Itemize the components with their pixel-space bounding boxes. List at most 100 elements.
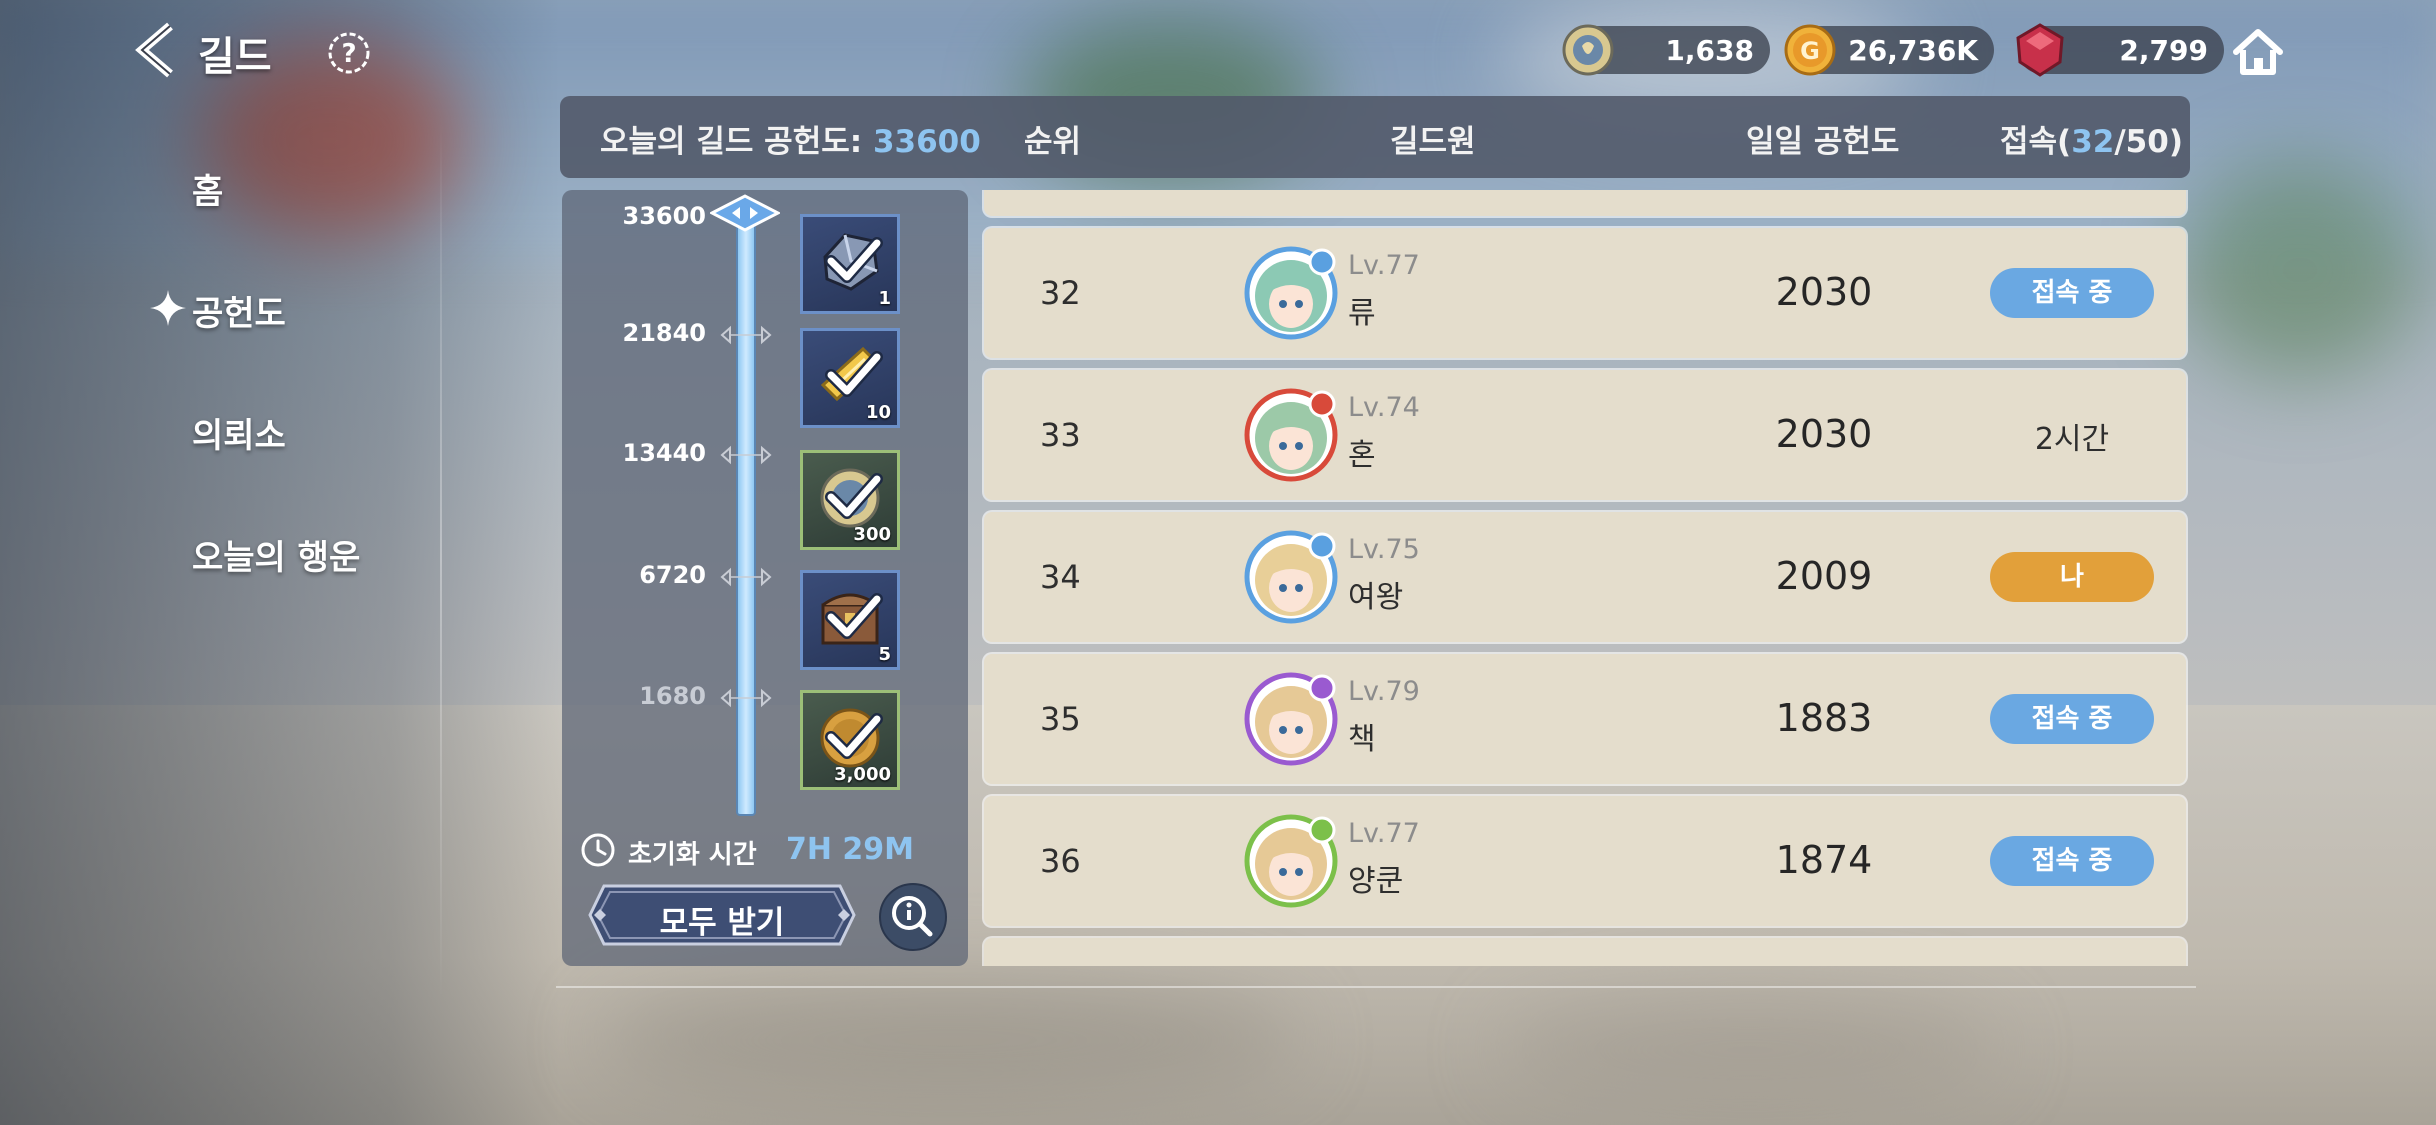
milestone-tick-icon (720, 688, 772, 708)
back-button[interactable] (132, 22, 182, 78)
member-rank: 33 (1040, 416, 1081, 454)
help-icon[interactable]: ? (326, 30, 372, 76)
milestone-reward-slot[interactable]: 5 (800, 570, 900, 670)
col-daily-contribution: 일일 공헌도 (1746, 124, 1900, 160)
stamina-counter[interactable]: 1,638 (1562, 24, 1770, 76)
col-rank: 순위 (1024, 124, 1082, 160)
member-daily-contribution: 2009 (1775, 554, 1873, 598)
svg-text:G: G (1800, 37, 1820, 65)
milestone-value: 6720 (639, 561, 706, 589)
avatar[interactable] (1244, 814, 1338, 908)
table-row[interactable]: 32 Lv.77 류 2030 접속 중 (984, 228, 2186, 358)
milestone-tick-icon (720, 325, 772, 345)
gold-value: 26,736K (1848, 34, 1978, 67)
table-row-partial-bottom (984, 938, 2186, 966)
reward-quantity: 10 (865, 402, 891, 423)
milestone-reward-slot[interactable]: 3,000 (800, 690, 900, 790)
online-count: 32 (2071, 124, 2115, 160)
member-daily-contribution: 2030 (1775, 412, 1873, 456)
member-level: Lv.74 (1348, 392, 1420, 423)
col-access-label: 접속( (2000, 124, 2072, 160)
menu-item-todays-luck[interactable]: 오늘의 행운 (192, 530, 360, 579)
reset-time: 7H 29M (786, 832, 915, 867)
milestone-value: 21840 (622, 319, 707, 347)
table-row[interactable]: 35 Lv.79 책 1883 접속 중 (984, 654, 2186, 784)
reward-quantity: 1 (878, 288, 891, 309)
gold-coin-icon: G (1784, 24, 1836, 76)
milestone-reward-slot[interactable]: 1 (800, 214, 900, 314)
member-level: Lv.75 (1348, 534, 1420, 565)
milestone-value: 33600 (622, 202, 707, 230)
checkmark-icon (825, 237, 883, 283)
gold-counter[interactable]: G 26,736K (1784, 24, 1994, 76)
sparkle-icon (150, 290, 186, 326)
member-rank: 36 (1040, 842, 1081, 880)
member-level: Lv.79 (1348, 676, 1420, 707)
col-member: 길드원 (1390, 124, 1476, 160)
milestone-reward-slot[interactable]: 300 (800, 450, 900, 550)
member-level: Lv.77 (1348, 818, 1420, 849)
member-level: Lv.77 (1348, 250, 1420, 281)
me-badge: 나 (1990, 552, 2154, 602)
progress-marker-icon (710, 194, 780, 232)
member-rank: 32 (1040, 274, 1081, 312)
online-badge: 접속 중 (1990, 268, 2154, 318)
member-name: 양쿤 (1348, 864, 1404, 899)
menu-item-contribution[interactable]: 공헌도 (192, 286, 286, 335)
menu-item-home[interactable]: 홈 (192, 164, 223, 213)
today-contribution: 오늘의 길드 공헌도: 33600 (600, 116, 981, 161)
member-rank: 35 (1040, 700, 1081, 738)
reward-quantity: 3,000 (834, 764, 891, 785)
member-daily-contribution: 2030 (1775, 270, 1873, 314)
online-badge: 접속 중 (1990, 836, 2154, 886)
online-badge: 접속 중 (1990, 694, 2154, 744)
stamina-value: 1,638 (1665, 34, 1754, 67)
reward-quantity: 5 (878, 644, 891, 665)
col-access-total: /50) (2114, 124, 2183, 160)
contribution-progress-track (736, 212, 756, 816)
reward-quantity: 300 (853, 524, 891, 545)
avatar[interactable] (1244, 530, 1338, 624)
col-access: 접속(32/50) (2000, 116, 2183, 161)
checkmark-icon (825, 713, 883, 759)
menu-divider (440, 120, 442, 1000)
stamina-icon (1562, 24, 1614, 76)
clock-icon (581, 833, 615, 867)
red-gem-icon (2016, 23, 2064, 77)
table-row[interactable]: 34 Lv.75 여왕 2009 나 (984, 512, 2186, 642)
panel-bottom-divider (556, 986, 2196, 988)
table-row-partial-top (984, 190, 2186, 216)
claim-all-button[interactable]: 모두 받기 (588, 884, 856, 946)
avatar[interactable] (1244, 388, 1338, 482)
avatar[interactable] (1244, 246, 1338, 340)
magnify-info-icon[interactable] (878, 882, 948, 952)
chevron-left-icon (135, 22, 173, 78)
gem-counter[interactable]: 2,799 (2016, 23, 2224, 77)
member-rank: 34 (1040, 558, 1081, 596)
claim-all-label: 모두 받기 (659, 905, 785, 941)
table-row[interactable]: 33 Lv.74 혼 2030 2시간 (984, 370, 2186, 500)
menu-item-request-office[interactable]: 의뢰소 (192, 408, 286, 457)
home-icon[interactable] (2230, 26, 2286, 78)
member-daily-contribution: 1883 (1775, 696, 1873, 740)
checkmark-icon (825, 351, 883, 397)
member-name: 혼 (1348, 438, 1376, 473)
contribution-header: 오늘의 길드 공헌도: 33600 순위 길드원 일일 공헌도 접속(32/50… (560, 96, 2190, 178)
screen-title: 길드 (198, 34, 272, 80)
milestone-value: 13440 (622, 439, 707, 467)
today-contribution-label: 오늘의 길드 공헌도: (600, 124, 863, 160)
checkmark-icon (825, 473, 883, 519)
milestone-value: 1680 (639, 682, 706, 710)
milestone-reward-slot[interactable]: 10 (800, 328, 900, 428)
member-list[interactable]: 32 Lv.77 류 2030 접속 중 33 Lv.74 혼 2030 2시간 34 Lv.75 여왕… (980, 190, 2190, 966)
svg-text:?: ? (341, 39, 356, 69)
checkmark-icon (825, 593, 883, 639)
member-name: 류 (1348, 296, 1376, 331)
reset-label: 초기화 시간 (628, 840, 757, 870)
avatar[interactable] (1244, 672, 1338, 766)
milestone-tick-icon (720, 445, 772, 465)
member-daily-contribution: 1874 (1775, 838, 1873, 882)
gem-value: 2,799 (2119, 34, 2208, 67)
member-name: 여왕 (1348, 580, 1404, 615)
table-row[interactable]: 36 Lv.77 양쿤 1874 접속 중 (984, 796, 2186, 926)
